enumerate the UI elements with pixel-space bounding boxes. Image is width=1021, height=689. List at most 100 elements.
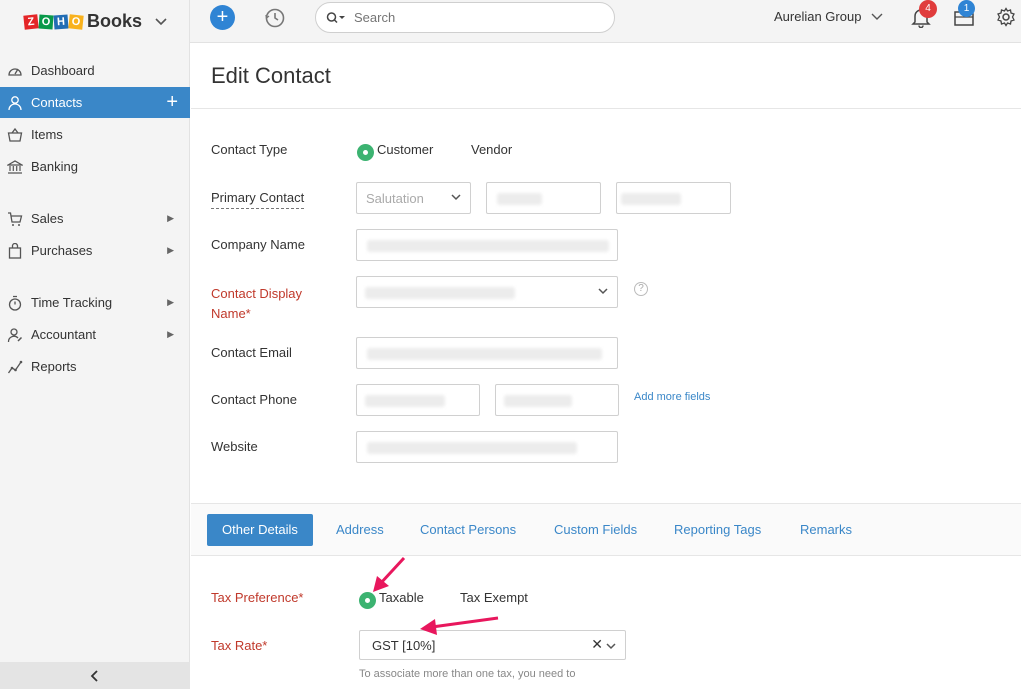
search-input[interactable] (354, 10, 594, 25)
sidebar-item-contacts[interactable]: Contacts + (0, 87, 190, 118)
chevron-right-icon: ▶ (167, 245, 174, 255)
sidebar-item-label: Banking (31, 159, 78, 174)
first-name-input[interactable] (486, 182, 601, 214)
redacted-value (621, 193, 681, 205)
chevron-down-icon (871, 13, 883, 20)
sidebar-item-items[interactable]: Items (0, 119, 190, 150)
chevron-down-icon (598, 288, 608, 295)
display-name-label-line1: Contact Display (211, 286, 303, 301)
chevron-down-icon (451, 194, 461, 201)
tab-address[interactable]: Address (336, 514, 384, 546)
accountant-icon (6, 326, 24, 344)
stopwatch-icon (6, 294, 24, 312)
company-name-label: Company Name (211, 237, 305, 252)
redacted-value (367, 442, 577, 454)
sidebar-item-banking[interactable]: Banking (0, 151, 190, 182)
sidebar-item-reports[interactable]: Reports (0, 351, 190, 382)
organization-switcher[interactable]: Aurelian Group (774, 9, 883, 24)
customer-radio[interactable] (357, 144, 374, 161)
inbox-count-badge: 1 (958, 0, 975, 17)
chevron-left-icon (90, 670, 98, 682)
search-icon[interactable] (326, 11, 346, 25)
chevron-right-icon: ▶ (167, 297, 174, 307)
chevron-right-icon: ▶ (167, 329, 174, 339)
sidebar-item-label: Contacts (31, 95, 83, 110)
redacted-value (365, 395, 445, 407)
contact-type-label: Contact Type (211, 142, 288, 157)
header-divider (191, 108, 1021, 109)
tax-rate-select[interactable]: GST [10%] ✕ (359, 630, 626, 660)
chevron-down-icon (155, 17, 167, 25)
tab-custom-fields[interactable]: Custom Fields (554, 514, 637, 546)
contact-email-input[interactable] (356, 337, 618, 369)
sidebar: Dashboard Contacts + Items Banking Sales… (0, 43, 190, 689)
sidebar-item-label: Sales (31, 211, 64, 226)
gear-icon[interactable] (996, 7, 1016, 27)
mobile-phone-input[interactable] (495, 384, 619, 416)
page-title: Edit Contact (211, 63, 331, 88)
contact-email-label: Contact Email (211, 345, 292, 360)
notification-count-badge: 4 (919, 0, 937, 18)
website-label: Website (211, 439, 258, 454)
contact-icon (6, 94, 24, 112)
bank-icon (6, 158, 24, 176)
search-box[interactable] (315, 2, 615, 33)
tax-preference-label: Tax Preference* (211, 590, 304, 605)
collapse-sidebar-button[interactable] (0, 662, 190, 689)
display-name-label-line2: Name* (211, 306, 251, 321)
website-input[interactable] (356, 431, 618, 463)
tab-reporting-tags[interactable]: Reporting Tags (674, 514, 761, 546)
sidebar-item-accountant[interactable]: Accountant ▶ (0, 319, 190, 350)
last-name-input[interactable] (616, 182, 731, 214)
taxable-label: Taxable (379, 590, 424, 605)
tax-rate-label: Tax Rate* (211, 638, 268, 653)
tax-rate-value: GST [10%] (372, 638, 436, 653)
redacted-value (504, 395, 572, 407)
work-phone-input[interactable] (356, 384, 480, 416)
primary-contact-label: Primary Contact (211, 190, 305, 209)
redacted-value (367, 348, 602, 360)
brand-switcher[interactable]: ZOHO Books (0, 0, 190, 43)
dashboard-icon (6, 62, 24, 80)
redacted-value (365, 287, 515, 299)
salutation-select[interactable]: Salutation (356, 182, 471, 214)
tax-exempt-radio-label[interactable]: Tax Exempt (460, 590, 528, 605)
sidebar-item-purchases[interactable]: Purchases ▶ (0, 235, 190, 266)
bag-icon (6, 242, 24, 260)
sidebar-item-label: Purchases (31, 243, 93, 258)
brand-name: Books (87, 11, 143, 31)
display-name-label: Contact Display Name* (211, 284, 302, 324)
cart-icon (6, 210, 24, 228)
contact-phone-label: Contact Phone (211, 392, 298, 407)
redacted-value (497, 193, 542, 205)
display-name-select[interactable] (356, 276, 618, 308)
sidebar-item-label: Items (31, 127, 63, 142)
company-name-input[interactable] (356, 229, 618, 261)
chevron-right-icon: ▶ (167, 213, 174, 223)
sidebar-item-label: Reports (31, 359, 77, 374)
sidebar-item-sales[interactable]: Sales ▶ (0, 203, 190, 234)
tab-contact-persons[interactable]: Contact Persons (420, 514, 516, 546)
multi-tax-note: To associate more than one tax, you need… (359, 668, 576, 680)
org-name: Aurelian Group (774, 9, 862, 24)
redacted-value (367, 240, 609, 252)
top-bar: ZOHO Books + Aurelian Group 4 1 (0, 0, 1021, 43)
customer-label: Customer (377, 142, 434, 157)
tab-remarks[interactable]: Remarks (800, 514, 852, 546)
sidebar-item-dashboard[interactable]: Dashboard (0, 55, 190, 86)
chevron-down-icon (606, 643, 616, 650)
main-content: Edit Contact Contact Type Customer Vendo… (191, 43, 1021, 689)
reports-icon (6, 358, 24, 376)
add-contact-button[interactable]: + (166, 91, 178, 113)
sidebar-item-label: Accountant (31, 327, 97, 342)
help-icon[interactable]: ? (634, 282, 648, 296)
sidebar-item-time-tracking[interactable]: Time Tracking ▶ (0, 287, 190, 318)
clear-icon[interactable]: ✕ (591, 636, 603, 653)
quick-create-button[interactable]: + (210, 5, 235, 30)
vendor-radio-label[interactable]: Vendor (471, 142, 512, 157)
basket-icon (6, 126, 24, 144)
recent-history-icon[interactable] (263, 6, 287, 30)
taxable-radio[interactable] (359, 592, 376, 609)
add-more-fields-link[interactable]: Add more fields (634, 391, 710, 403)
tab-other-details[interactable]: Other Details (207, 514, 313, 546)
